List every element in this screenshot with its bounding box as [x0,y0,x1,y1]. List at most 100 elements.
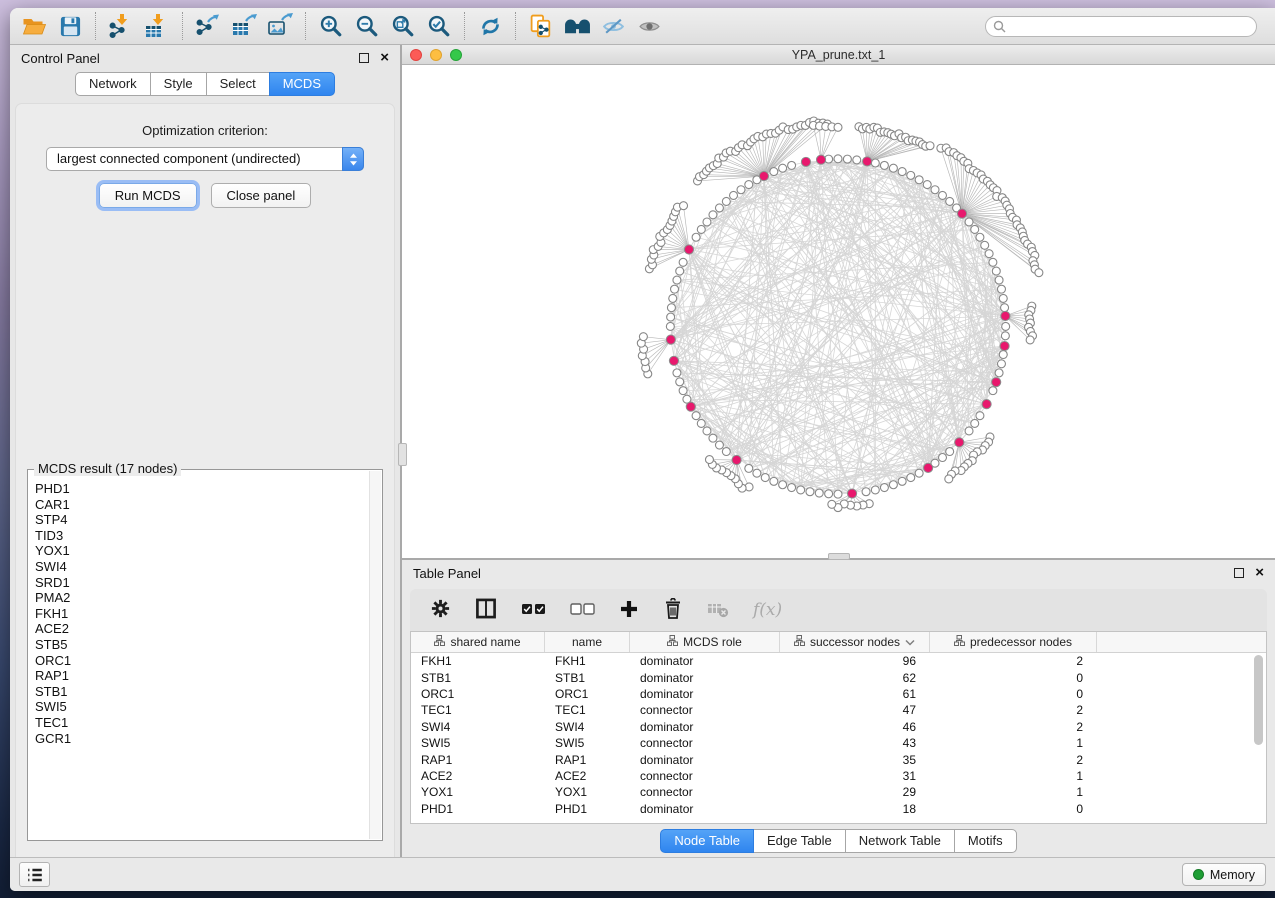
column-header-name[interactable]: name [545,632,630,652]
control-panel-tabs: NetworkStyleSelectMCDS [10,72,400,96]
table-row[interactable]: ACE2ACE2connector311 [411,768,1252,784]
cell-mcds-role: dominator [630,671,780,685]
table-row[interactable]: STB1STB1dominator620 [411,669,1252,685]
export-network-icon[interactable] [190,11,226,41]
mcds-node[interactable]: GCR1 [35,731,368,747]
refresh-icon[interactable] [472,11,508,41]
mcds-node[interactable]: SRD1 [35,575,368,591]
close-panel-button[interactable]: Close panel [211,183,312,208]
table-scrollbar[interactable] [1254,655,1264,821]
select-all-icon[interactable] [521,603,546,618]
cell-name: TEC1 [545,703,630,717]
mcds-node[interactable]: SWI4 [35,559,368,575]
mcds-node[interactable]: STB1 [35,684,368,700]
optimization-label: Optimization criterion: [16,123,394,138]
close-panel-icon[interactable]: × [380,53,389,63]
cell-shared-name: TEC1 [411,703,545,717]
cell-successor-nodes: 62 [780,671,930,685]
cell-predecessor-nodes: 0 [930,671,1097,685]
mcds-result-box: MCDS result (17 nodes) PHD1CAR1STP4TID3Y… [27,469,383,841]
mcds-node[interactable]: TEC1 [35,715,368,731]
mcds-result-list[interactable]: PHD1CAR1STP4TID3YOX1SWI4SRD1PMA2FKH1ACE2… [28,470,382,840]
table-row[interactable]: FKH1FKH1dominator962 [411,653,1252,669]
mcds-list-scrollbar[interactable] [369,471,381,839]
table-splitter-grip[interactable] [828,553,850,560]
table-row[interactable]: PHD1PHD1dominator180 [411,801,1252,817]
zoom-in-icon[interactable] [313,11,349,41]
column-type-icon [667,635,678,649]
zoom-fit-icon[interactable] [385,11,421,41]
clone-network-icon[interactable] [523,11,559,41]
network-graph[interactable] [402,65,1275,558]
cell-mcds-role: dominator [630,687,780,701]
delete-column-icon[interactable] [663,598,683,623]
tab-motifs[interactable]: Motifs [954,829,1017,853]
export-table-icon[interactable] [226,11,262,41]
mcds-node[interactable]: RAP1 [35,668,368,684]
cell-name: RAP1 [545,753,630,767]
run-mcds-button[interactable]: Run MCDS [99,183,197,208]
mcds-node[interactable]: FKH1 [35,606,368,622]
tab-mcds[interactable]: MCDS [269,72,335,96]
table-row[interactable]: YOX1YOX1connector291 [411,784,1252,800]
toolbar-separator [515,12,516,40]
select-stepper-icon [342,147,364,171]
search-box[interactable] [985,16,1257,37]
mcds-node[interactable]: STB5 [35,637,368,653]
show-all-icon[interactable] [631,11,667,41]
table-row[interactable]: TEC1TEC1connector472 [411,702,1252,718]
table-row[interactable]: SWI5SWI5connector431 [411,735,1252,751]
tab-style[interactable]: Style [150,72,207,96]
save-session-icon[interactable] [52,11,88,41]
table-panel-title: Table Panel [413,566,481,581]
memory-button[interactable]: Memory [1182,863,1266,886]
mcds-node[interactable]: ORC1 [35,653,368,669]
sort-chevron-icon[interactable] [905,635,915,649]
float-table-panel-icon[interactable] [1234,568,1244,578]
table-scrollbar-thumb[interactable] [1254,655,1263,745]
tab-node-table[interactable]: Node Table [660,829,754,853]
mcds-node[interactable]: SWI5 [35,699,368,715]
network-window-titlebar[interactable]: YPA_prune.txt_1 [402,45,1275,65]
cell-name: PHD1 [545,802,630,816]
table-settings-icon[interactable] [430,598,451,622]
add-column-icon[interactable] [619,599,639,622]
tab-network-table[interactable]: Network Table [845,829,955,853]
panel-splitter-grip[interactable] [398,443,407,466]
network-window-title: YPA_prune.txt_1 [402,48,1275,62]
tab-select[interactable]: Select [206,72,270,96]
zoom-selected-icon[interactable] [421,11,457,41]
hide-selected-icon[interactable] [595,11,631,41]
task-history-button[interactable] [19,862,50,887]
zoom-out-icon[interactable] [349,11,385,41]
deselect-all-icon[interactable] [570,603,595,618]
mcds-node[interactable]: ACE2 [35,621,368,637]
find-icon[interactable] [559,11,595,41]
column-header-predecessor-nodes[interactable]: predecessor nodes [930,632,1097,652]
tab-edge-table[interactable]: Edge Table [753,829,846,853]
network-canvas[interactable] [402,65,1275,558]
tab-network[interactable]: Network [75,72,151,96]
column-header-shared-name[interactable]: shared name [411,632,545,652]
search-input[interactable] [1011,19,1249,33]
mcds-node[interactable]: PHD1 [35,481,368,497]
mcds-node[interactable]: YOX1 [35,543,368,559]
column-header-successor-nodes[interactable]: successor nodes [780,632,930,652]
float-panel-icon[interactable] [359,53,369,63]
table-row[interactable]: ORC1ORC1dominator610 [411,686,1252,702]
mcds-node[interactable]: CAR1 [35,497,368,513]
mcds-node[interactable]: PMA2 [35,590,368,606]
table-panel-tabs: Node TableEdge TableNetwork TableMotifs [402,825,1275,857]
import-table-icon[interactable] [139,11,175,41]
table-row[interactable]: RAP1RAP1dominator352 [411,751,1252,767]
column-header-mcds-role[interactable]: MCDS role [630,632,780,652]
close-table-panel-icon[interactable]: × [1255,568,1264,578]
export-image-icon[interactable] [262,11,298,41]
import-network-icon[interactable] [103,11,139,41]
mcds-node[interactable]: TID3 [35,528,368,544]
open-file-icon[interactable] [16,11,52,41]
table-row[interactable]: SWI4SWI4dominator462 [411,719,1252,735]
show-columns-icon[interactable] [475,598,497,622]
optimization-select[interactable]: largest connected component (undirected) [46,147,364,171]
mcds-node[interactable]: STP4 [35,512,368,528]
